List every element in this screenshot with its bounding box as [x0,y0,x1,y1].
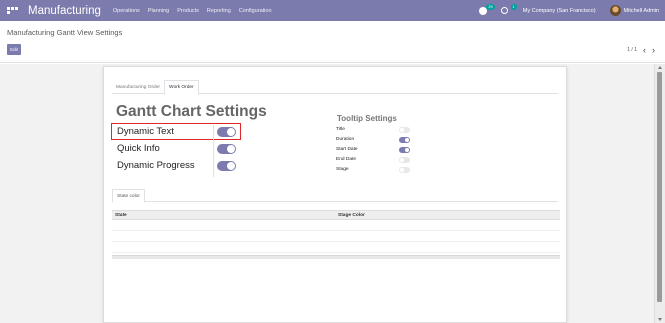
scroll-up-icon[interactable] [658,66,662,69]
settings-title: Gantt Chart Settings [116,103,267,120]
table-header: State Stage Color [112,210,560,220]
chat-badge: 29 [486,3,495,10]
table-row [112,231,560,242]
activity-button[interactable]: 1 [500,3,517,16]
menu-configuration[interactable]: Configuration [239,8,272,14]
control-panel: Manufacturing Gantt View Settings Edit 1… [0,21,665,63]
tooltip-start-date-toggle[interactable] [399,147,410,153]
top-navbar: Manufacturing Operations Planning Produc… [0,0,665,21]
dynamic-progress-label: Dynamic Progress [117,160,195,171]
tab-manufacturing-order[interactable]: Manufacturing Order [112,80,164,94]
pager-value[interactable]: 1 / 1 [627,47,637,53]
scroll-down-icon[interactable] [658,318,662,321]
tooltip-end-date-toggle[interactable] [399,157,410,163]
user-menu[interactable]: Mitchell Admin [624,8,659,14]
state-color-table: State Stage Color [112,210,560,259]
notebook-tabs: Manufacturing Order Work Order [112,80,558,95]
separator [213,125,214,177]
menu-reporting[interactable]: Reporting [207,8,231,14]
menu-products[interactable]: Products [177,8,199,14]
column-stage-color[interactable]: Stage Color [338,213,365,218]
tooltip-end-date-label: End Date [336,157,357,162]
tooltip-start-date-label: Start Date [336,147,358,152]
tooltip-duration-label: Duration [336,137,355,142]
clock-icon [500,6,508,14]
pager: 1 / 1 ‹ › [627,45,655,55]
pager-prev-icon[interactable]: ‹ [643,45,646,55]
content-area: Manufacturing Order Work Order Gantt Cha… [0,64,654,323]
scroll-thumb[interactable] [657,72,662,302]
tab-work-order[interactable]: Work Order [164,80,199,95]
dynamic-text-toggle[interactable] [217,127,236,137]
apps-menu-icon[interactable] [6,6,20,15]
menu-operations[interactable]: Operations [113,8,140,14]
tooltip-stage-label: Stage [336,167,349,172]
dynamic-text-label: Dynamic Text [117,126,174,137]
activity-badge: 1 [510,3,517,10]
user-avatar[interactable] [609,5,621,16]
tooltip-duration-toggle[interactable] [399,137,410,143]
tooltip-settings-title: Tooltip Settings [337,114,397,123]
tab-state-color[interactable]: State color [112,189,145,203]
tooltip-title-label: Title [336,127,345,132]
pager-next-icon[interactable]: › [652,45,655,55]
scrollbar[interactable] [654,64,665,323]
tooltip-stage-toggle[interactable] [399,167,410,173]
chat-button[interactable]: 29 [478,3,495,16]
table-row [112,220,560,231]
form-sheet: Manufacturing Order Work Order Gantt Cha… [103,66,567,323]
company-switcher[interactable]: My Company (San Francisco) [523,8,596,14]
table-footer [112,255,560,259]
column-state[interactable]: State [115,213,127,218]
tooltip-title-toggle[interactable] [399,127,410,133]
dynamic-progress-toggle[interactable] [217,161,236,171]
quick-info-toggle[interactable] [217,144,236,154]
table-row [112,242,560,253]
breadcrumb: Manufacturing Gantt View Settings [7,28,123,37]
menu-planning[interactable]: Planning [148,8,169,14]
app-brand[interactable]: Manufacturing [28,5,101,17]
state-color-tabs: State color [112,189,558,203]
quick-info-label: Quick Info [117,143,160,154]
edit-button[interactable]: Edit [7,44,21,55]
